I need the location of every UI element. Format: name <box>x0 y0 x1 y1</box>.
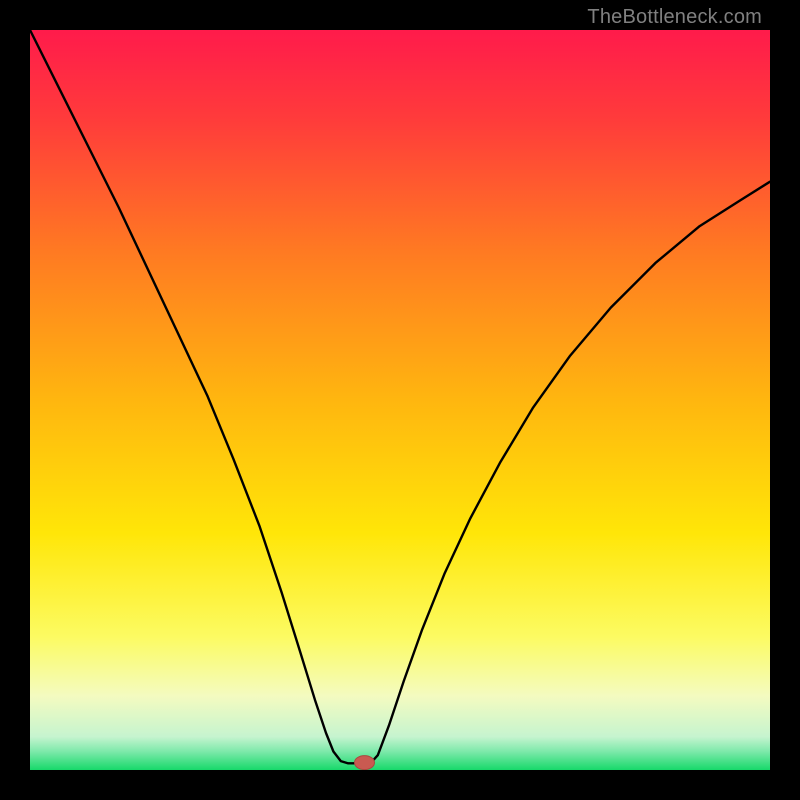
bottleneck-chart <box>30 30 770 770</box>
chart-frame: TheBottleneck.com <box>0 0 800 800</box>
watermark-text: TheBottleneck.com <box>587 6 762 29</box>
plot-background <box>30 30 770 770</box>
optimal-marker <box>354 756 374 770</box>
